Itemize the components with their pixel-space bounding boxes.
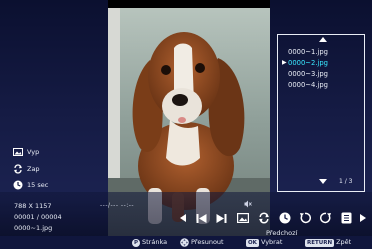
document-icon xyxy=(341,212,351,224)
list-item[interactable]: 0000~4.jpg xyxy=(288,81,328,90)
filename-text: 0000~1.jpg xyxy=(14,224,53,232)
selection-arrow-icon: ▶ xyxy=(282,59,287,66)
rotate-right-icon xyxy=(319,212,331,224)
rotate-right-button[interactable] xyxy=(319,212,332,224)
picture-icon xyxy=(236,213,249,223)
file-list: 0000~1.jpg ▶ 0000~2.jpg 0000~3.jpg 0000~… xyxy=(277,34,365,192)
page-hint: P Stránka xyxy=(132,238,167,247)
arrow-right-icon xyxy=(360,214,366,222)
interval-setting: 15 sec xyxy=(13,180,48,190)
repeat-setting: Zap xyxy=(13,164,40,174)
scroll-left-button[interactable] xyxy=(178,212,188,224)
next-button[interactable] xyxy=(215,212,227,224)
interval-value: 15 sec xyxy=(27,181,49,189)
skip-next-icon xyxy=(216,213,226,223)
page-indicator: 1 / 3 xyxy=(339,178,353,185)
repeat-button[interactable] xyxy=(257,212,270,224)
rotate-left-icon xyxy=(299,212,311,224)
move-hint-label: Přesunout xyxy=(191,238,224,246)
list-item-selected[interactable]: 0000~2.jpg xyxy=(288,59,328,68)
repeat-icon xyxy=(14,164,22,174)
repeat-value: Zap xyxy=(27,165,40,173)
back-hint: RETURN Zpět xyxy=(305,238,351,247)
clock-icon xyxy=(279,212,290,224)
select-hint-label: Vybrat xyxy=(260,238,283,246)
info-button[interactable] xyxy=(340,212,352,224)
move-hint: Přesunout xyxy=(180,238,224,247)
clock-icon xyxy=(13,180,23,190)
resolution-text: 788 X 1157 xyxy=(14,202,52,210)
ok-key-icon: OK xyxy=(246,238,259,247)
scroll-right-button[interactable] xyxy=(358,212,368,224)
list-item[interactable]: 0000~3.jpg xyxy=(288,70,328,79)
list-item[interactable]: 0000~1.jpg xyxy=(288,48,328,57)
return-key-icon: RETURN xyxy=(305,238,335,247)
picture-icon xyxy=(13,148,23,156)
interval-button[interactable] xyxy=(278,212,291,224)
select-hint: OK Vybrat xyxy=(246,238,282,247)
mute-speaker-icon xyxy=(244,200,252,208)
back-hint-label: Zpět xyxy=(336,238,352,246)
page-hint-label: Stránka xyxy=(142,238,168,246)
rotate-left-button[interactable] xyxy=(298,212,311,224)
effect-button[interactable] xyxy=(236,212,249,224)
skip-previous-icon xyxy=(196,213,206,223)
counter-text: 00001 / 00004 xyxy=(14,213,62,221)
effect-setting: Vyp xyxy=(13,148,39,156)
scroll-down-arrow-icon[interactable] xyxy=(319,179,327,184)
dpad-icon xyxy=(180,238,189,247)
page-key-icon: P xyxy=(132,238,140,247)
effect-value: Vyp xyxy=(27,148,40,156)
previous-button[interactable] xyxy=(195,212,207,224)
timestamp-text: ---/--- --:-- xyxy=(100,202,135,209)
repeat-icon xyxy=(258,212,269,224)
arrow-left-icon xyxy=(180,214,186,222)
